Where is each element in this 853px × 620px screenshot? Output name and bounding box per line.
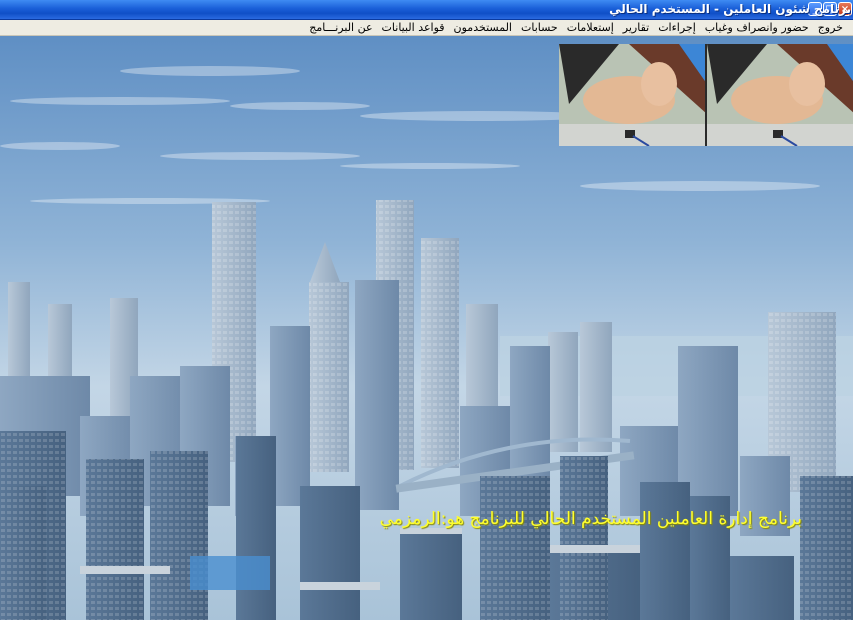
menu-users[interactable]: المستخدمون — [454, 21, 512, 34]
video-thumbnails — [559, 44, 853, 146]
menu-accounts[interactable]: حسابات — [521, 21, 558, 34]
menu-databases[interactable]: قواعد البيانات — [382, 21, 445, 34]
video-frame-left — [559, 44, 705, 146]
menu-attendance[interactable]: حضور وانصراف وغياب — [705, 21, 809, 34]
video-image — [707, 44, 853, 146]
menu-bar: عن البرنـــامج قواعد البيانات المستخدمون… — [0, 20, 853, 36]
menu-procedures[interactable]: إجراءات — [658, 21, 696, 34]
desktop-background: برنامج إدارة العاملين المستخدم الحالي لل… — [0, 36, 853, 620]
menu-queries[interactable]: إستعلامات — [567, 21, 614, 34]
video-image — [559, 44, 705, 146]
menu-exit[interactable]: خروج — [818, 21, 843, 34]
title-bar: _ □ × برنامج شئون العاملين - المستخدم ال… — [0, 0, 853, 20]
menu-items: عن البرنـــامج قواعد البيانات المستخدمون… — [309, 21, 843, 34]
menu-reports[interactable]: تقارير — [623, 21, 649, 34]
current-user-status: برنامج إدارة العاملين المستخدم الحالي لل… — [379, 509, 802, 529]
video-frame-right — [707, 44, 853, 146]
window-title: برنامج شئون العاملين - المستخدم الحالي — [609, 2, 851, 16]
menu-about[interactable]: عن البرنـــامج — [309, 21, 372, 34]
